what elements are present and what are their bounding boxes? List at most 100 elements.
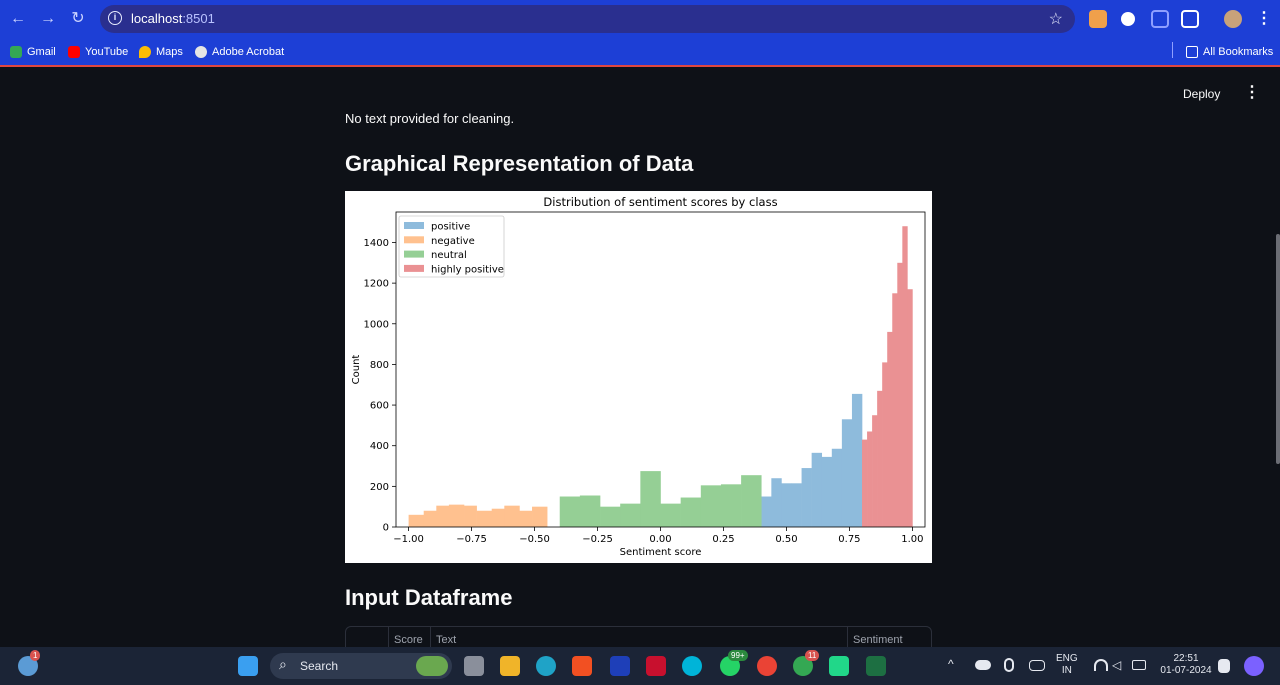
pycharm-icon[interactable]	[829, 656, 849, 676]
app-l-icon[interactable]	[610, 656, 630, 676]
page-scrollbar[interactable]	[1276, 234, 1280, 464]
histogram-bar	[680, 497, 702, 527]
histogram-bar	[851, 393, 863, 527]
x-tick-label: −0.50	[519, 534, 550, 545]
file-explorer-icon[interactable]	[500, 656, 520, 676]
histogram-bar	[741, 475, 762, 527]
whatsapp-badge: 99+	[728, 650, 748, 661]
x-tick-label: 1.00	[901, 534, 923, 545]
histogram-bar	[882, 362, 888, 527]
histogram-bar	[464, 505, 477, 527]
chrome-badge: 11	[805, 650, 820, 661]
site-info-icon[interactable]: i	[108, 11, 122, 25]
globe-icon	[195, 46, 207, 58]
histogram-bar	[620, 503, 641, 527]
y-tick-label: 1000	[364, 319, 389, 330]
onedrive-icon[interactable]	[975, 660, 991, 670]
bookmark-gmail[interactable]: Gmail	[10, 44, 56, 60]
microphone-icon[interactable]	[1004, 658, 1014, 672]
chart-title: Distribution of sentiment scores by clas…	[543, 195, 777, 209]
microsoft-store-icon[interactable]	[572, 656, 592, 676]
search-label: Search	[300, 659, 339, 673]
bookmark-maps[interactable]: Maps	[139, 44, 183, 60]
histogram-bar	[700, 485, 722, 527]
language-indicator[interactable]: ENG IN	[1056, 653, 1078, 677]
tab-search-icon[interactable]	[1151, 10, 1169, 28]
forward-icon[interactable]: →	[38, 9, 58, 29]
histogram-bar	[821, 456, 833, 527]
profile-avatar[interactable]	[1224, 10, 1242, 28]
notifications-icon[interactable]	[1218, 659, 1230, 673]
histogram-bar	[423, 510, 437, 527]
extension-icon[interactable]	[1121, 12, 1135, 26]
y-tick-label: 400	[370, 441, 389, 452]
histogram-bar	[867, 431, 873, 527]
x-tick-label: 0.25	[712, 534, 734, 545]
bookmarks-divider	[1172, 42, 1173, 58]
bookmark-adobe-acrobat[interactable]: Adobe Acrobat	[195, 44, 284, 60]
y-tick-label: 1200	[364, 279, 389, 290]
histogram-bar	[579, 495, 601, 527]
legend-label: highly positive	[431, 264, 504, 275]
histogram-bar	[907, 289, 913, 527]
metamask-extension-icon[interactable]	[1089, 10, 1107, 28]
chrome-icon[interactable]	[757, 656, 777, 676]
legend-label: negative	[431, 236, 475, 247]
main-menu-icon[interactable]: ⋮	[1244, 85, 1260, 101]
gmail-icon	[10, 46, 22, 58]
bookmark-youtube[interactable]: YouTube	[68, 44, 128, 60]
browser-toolbar: ← → ↻ i localhost:8501 ☆ ⋮	[0, 0, 1280, 38]
battery-icon[interactable]	[1132, 660, 1146, 670]
address-bar[interactable]: i localhost:8501 ☆	[100, 5, 1075, 33]
y-tick-label: 1400	[364, 238, 389, 249]
back-icon[interactable]: ←	[8, 9, 28, 29]
histogram-bar	[831, 448, 843, 527]
column-divider	[388, 627, 389, 647]
column-header-sentiment-score[interactable]: Sentiment Score	[853, 634, 931, 647]
x-tick-label: −0.75	[456, 534, 487, 545]
keyboard-icon[interactable]	[1029, 660, 1045, 671]
reload-icon[interactable]: ↻	[68, 9, 88, 29]
windows-start-icon[interactable]	[238, 656, 258, 676]
histogram-bar	[720, 484, 742, 527]
legend-label: neutral	[431, 250, 467, 261]
histogram-bar	[491, 508, 505, 527]
edge-icon[interactable]	[536, 656, 556, 676]
x-tick-label: −0.25	[582, 534, 613, 545]
histogram-bar	[811, 452, 823, 527]
y-axis-label: Count	[351, 355, 362, 385]
extensions-puzzle-icon[interactable]	[1181, 10, 1199, 28]
dataframe-heading: Input Dataframe	[345, 585, 513, 610]
column-header-score[interactable]: Score	[394, 634, 423, 646]
show-hidden-icons[interactable]: ^	[948, 658, 954, 670]
url-port: :8501	[182, 11, 215, 26]
histogram-bar	[660, 503, 681, 527]
all-bookmarks-button[interactable]: All Bookmarks	[1186, 44, 1273, 60]
clock-date: 01-07-2024	[1160, 665, 1212, 676]
copilot-icon[interactable]	[1244, 656, 1264, 676]
histogram-bar	[791, 483, 802, 527]
wifi-icon[interactable]	[1094, 659, 1108, 671]
alexa-icon[interactable]	[682, 656, 702, 676]
histogram-bar	[877, 390, 883, 527]
histogram-bar	[887, 331, 893, 527]
histogram-bar	[902, 226, 908, 527]
y-tick-label: 200	[370, 482, 389, 493]
input-dataframe[interactable]: Score Text Sentiment Score	[345, 626, 932, 647]
maps-icon	[139, 46, 151, 58]
task-view-icon[interactable]	[464, 656, 484, 676]
y-tick-label: 600	[370, 401, 389, 412]
excel-icon[interactable]	[866, 656, 886, 676]
bookmark-star-icon[interactable]: ☆	[1049, 9, 1063, 29]
histogram-bar	[872, 415, 878, 527]
legend-swatch	[404, 222, 424, 229]
bookmark-label: YouTube	[85, 46, 129, 58]
clock[interactable]: 22:51 01-07-2024	[1158, 653, 1214, 677]
mcafee-icon[interactable]	[646, 656, 666, 676]
histogram-bar	[436, 505, 450, 527]
histogram-bar	[600, 506, 621, 527]
volume-icon[interactable]: ◁	[1112, 659, 1121, 671]
column-header-text[interactable]: Text	[436, 634, 456, 646]
browser-menu-icon[interactable]: ⋮	[1254, 9, 1274, 29]
deploy-button[interactable]: Deploy	[1183, 87, 1220, 101]
